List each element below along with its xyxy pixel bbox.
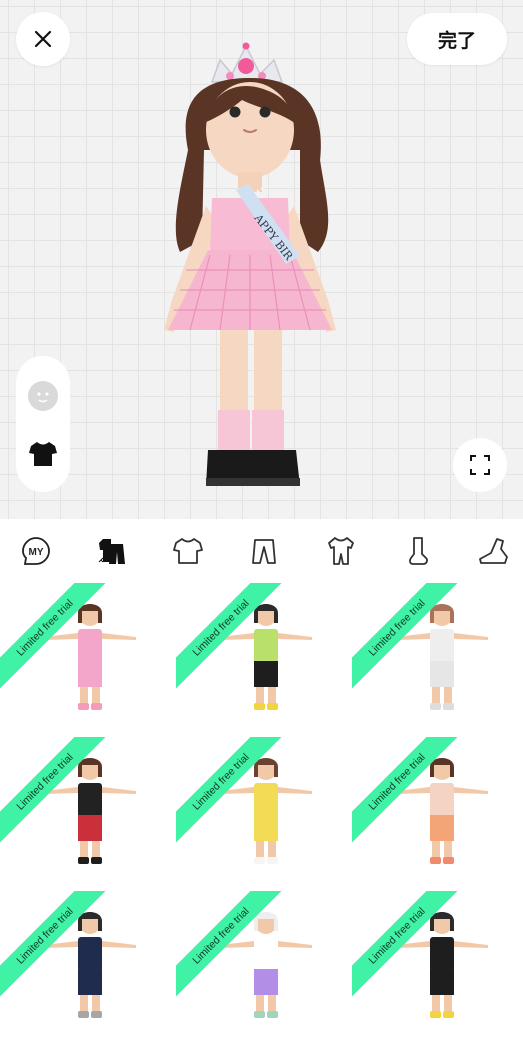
outfit-card[interactable]: Limited free trial: [176, 737, 347, 891]
tab-my[interactable]: MY: [16, 531, 56, 571]
category-tabs: MY: [0, 519, 523, 583]
shoe-icon: [479, 538, 508, 564]
close-icon: [34, 30, 52, 48]
tshirt-icon[interactable]: [28, 441, 58, 467]
done-button[interactable]: 完了: [407, 13, 507, 65]
outfit-card[interactable]: Limited free trial: [352, 737, 523, 891]
fullscreen-button[interactable]: [453, 438, 507, 492]
tab-onepiece[interactable]: [321, 531, 361, 571]
expand-icon: [470, 455, 490, 475]
sock-icon: [408, 537, 428, 565]
tab-socks[interactable]: [397, 531, 437, 571]
face-icon[interactable]: [28, 381, 58, 411]
outfit-card[interactable]: Limited free trial: [176, 583, 347, 737]
tab-tops[interactable]: [168, 531, 208, 571]
outfit-card[interactable]: Limited free trial: [352, 583, 523, 737]
close-button[interactable]: [16, 12, 70, 66]
avatar-stage[interactable]: 完了 APPY BIR: [0, 0, 523, 519]
outfit-card[interactable]: Limited free trial: [0, 583, 171, 737]
pants-icon: [252, 539, 277, 564]
tab-shoes[interactable]: [473, 531, 513, 571]
outfit-card[interactable]: Limited free trial: [0, 737, 171, 891]
tab-outfit[interactable]: [92, 531, 132, 571]
tshirt-icon: [173, 538, 204, 564]
outfit-card[interactable]: Limited free trial: [352, 891, 523, 1045]
svg-text:MY: MY: [29, 547, 44, 558]
outfit-card[interactable]: Limited free trial: [0, 891, 171, 1045]
tiara: [210, 42, 284, 83]
onepiece-icon: [327, 537, 354, 565]
tab-bottoms[interactable]: [244, 531, 284, 571]
outfit-card[interactable]: Limited free trial: [176, 891, 347, 1045]
outfit-grid: Limited free trial Limited free trial Li…: [0, 583, 523, 1045]
outfit-icon: [98, 539, 126, 564]
side-toolbar: [16, 356, 70, 492]
avatar-preview: APPY BIR: [164, 42, 336, 486]
my-icon: MY: [22, 537, 50, 565]
